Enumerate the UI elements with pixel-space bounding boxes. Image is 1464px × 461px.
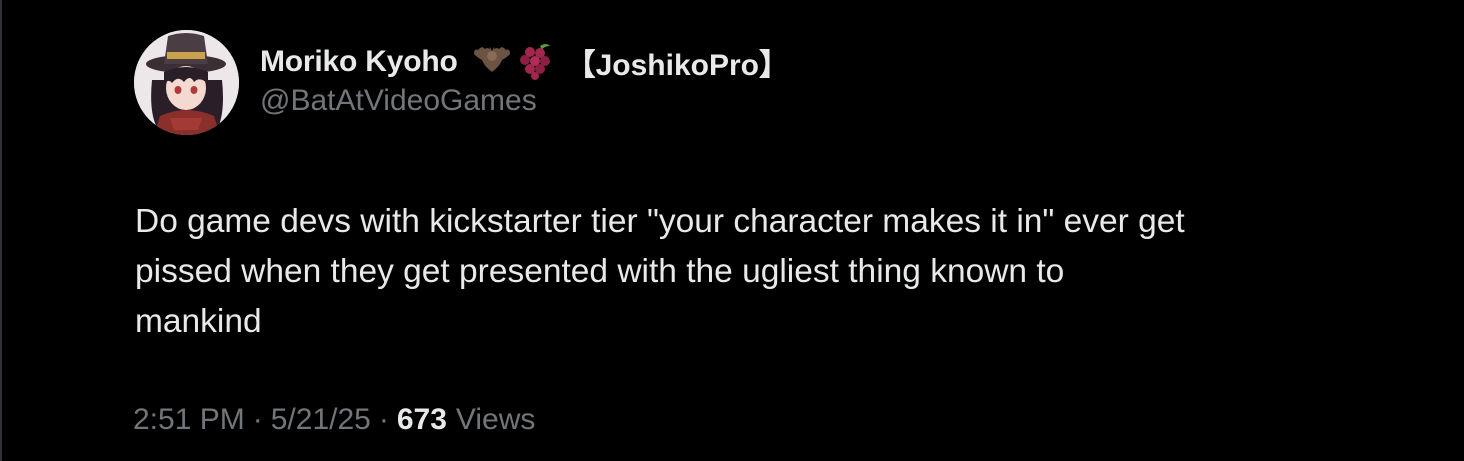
views-count: 673 xyxy=(396,403,447,436)
author-display-name[interactable]: Moriko Kyoho xyxy=(260,45,458,79)
tweet-time[interactable]: 2:51 PM xyxy=(133,403,245,437)
views-label: Views xyxy=(455,403,536,436)
meta-separator: · xyxy=(252,403,263,436)
author-name-tag: 【JoshikoPro】 xyxy=(565,49,789,82)
meta-separator: · xyxy=(378,403,389,436)
tweet-text-line: mankind xyxy=(135,303,262,340)
tweet-meta: 2:51 PM · 5/21/25 · 673 Views xyxy=(133,403,535,437)
tweet-text-line: pissed when they get presented with the … xyxy=(135,253,1065,290)
author-handle[interactable]: @BatAtVideoGames xyxy=(260,84,789,118)
author-block[interactable]: Moriko Kyoho 【JoshikoPro】 @BatAtVideoGam… xyxy=(260,42,789,118)
tweet-text-line: Do game devs with kickstarter tier "your… xyxy=(135,203,1185,240)
tweet-text: Do game devs with kickstarter tier "your… xyxy=(135,197,1355,347)
avatar[interactable] xyxy=(134,30,239,135)
author-name-row: Moriko Kyoho 【JoshikoPro】 xyxy=(260,42,789,82)
bat-icon xyxy=(472,42,512,83)
grapes-icon xyxy=(516,40,556,85)
tweet-detail: Moriko Kyoho 【JoshikoPro】 @BatAtVideoGam… xyxy=(0,0,1464,461)
tweet-date[interactable]: 5/21/25 xyxy=(271,403,371,437)
avatar-image xyxy=(134,30,239,135)
column-border xyxy=(0,0,2,461)
